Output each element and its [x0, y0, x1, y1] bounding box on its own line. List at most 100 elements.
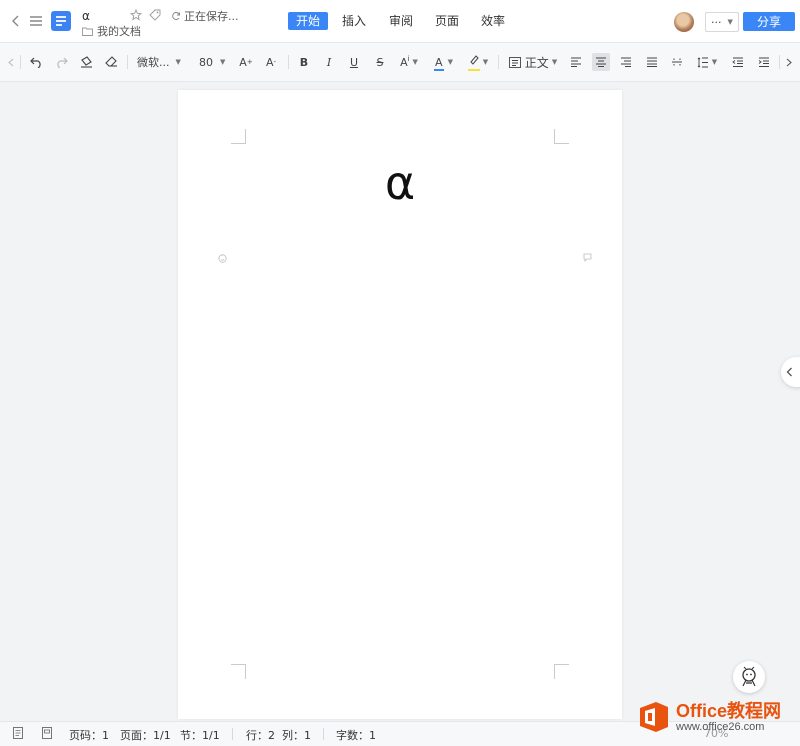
document-logo-icon	[51, 11, 71, 31]
back-icon[interactable]	[8, 12, 24, 30]
italic-button[interactable]: I	[321, 53, 337, 71]
margin-corner-bottom-right	[554, 664, 569, 679]
page-view-icon[interactable]	[42, 727, 52, 742]
format-painter-icon[interactable]	[77, 53, 95, 71]
font-color-button[interactable]: A ▼	[431, 53, 457, 71]
chevron-down-icon: ▼	[175, 58, 181, 66]
menu-icon[interactable]	[27, 12, 45, 30]
tab-review[interactable]: 审阅	[381, 12, 421, 30]
paragraph-style-select[interactable]: 正文 ▼	[506, 53, 560, 71]
outline-view-icon[interactable]	[13, 727, 23, 742]
watermark: Office教程网 www.office26.com	[636, 694, 800, 740]
status-page-count: 页面：1/1	[120, 729, 171, 742]
highlight-color-button[interactable]: ▼	[465, 53, 491, 71]
folder-icon	[82, 27, 93, 36]
superscript-label: A	[400, 55, 408, 69]
align-right-icon[interactable]	[617, 53, 635, 71]
line-spacing-button[interactable]: ▼	[694, 53, 720, 71]
superscript-mark-icon: i	[407, 55, 410, 63]
font-size-value: 80	[199, 55, 213, 69]
chevron-down-icon: ▼	[711, 58, 718, 66]
document-text[interactable]: α	[178, 148, 622, 218]
watermark-url: www.office26.com	[676, 721, 765, 733]
toolbar-scroll-right-icon[interactable]	[784, 53, 794, 71]
document-title[interactable]: α	[82, 9, 90, 23]
align-left-icon[interactable]	[567, 53, 585, 71]
increase-indent-icon[interactable]	[755, 53, 773, 71]
font-name-value: 微软...	[137, 56, 170, 69]
plus-icon: +	[246, 58, 253, 66]
highlight-swatch	[467, 69, 480, 71]
formatting-toolbar: 微软... ▼ 80 ▼ A + A- B I U S Ai ▼ A ▼ ▼ 正文…	[0, 43, 800, 82]
distributed-align-icon[interactable]	[668, 53, 686, 71]
decrease-font-label: A	[265, 55, 274, 69]
chevron-down-icon: ▼	[412, 58, 418, 66]
document-body[interactable]: α	[178, 148, 622, 218]
tag-icon[interactable]	[148, 8, 162, 22]
chevron-down-icon: ▼	[551, 58, 558, 66]
status-divider	[232, 728, 233, 740]
tab-page[interactable]: 页面	[427, 12, 467, 30]
decrease-indent-icon[interactable]	[729, 53, 747, 71]
chevron-down-icon: ▼	[727, 18, 733, 26]
comment-marker-icon[interactable]	[583, 247, 592, 262]
strikethrough-button[interactable]: S	[372, 53, 388, 71]
emoji-marker-icon[interactable]	[218, 248, 227, 263]
highlighter-icon	[467, 55, 480, 71]
tab-start[interactable]: 开始	[288, 12, 329, 30]
margin-corner-top-right	[554, 129, 569, 144]
chevron-down-icon: ▼	[482, 58, 489, 66]
status-column: 列：1	[282, 729, 311, 742]
style-icon	[508, 56, 521, 68]
status-divider	[323, 728, 324, 740]
margin-corner-bottom-left	[231, 664, 246, 679]
more-button[interactable]: ··· ▼	[705, 12, 739, 32]
vertical-scrollbar[interactable]	[789, 82, 800, 719]
line-spacing-icon	[697, 56, 708, 68]
chevron-down-icon: ▼	[447, 58, 453, 66]
assistant-icon	[742, 666, 756, 687]
superscript-button[interactable]: Ai ▼	[397, 53, 421, 71]
save-status-text: 正在保存...	[184, 10, 239, 23]
increase-font-label: A	[239, 55, 247, 69]
sync-icon	[172, 11, 180, 20]
decrease-font-button[interactable]: A-	[262, 53, 280, 71]
status-page-number: 页码：1	[69, 729, 109, 742]
side-panel-toggle[interactable]	[781, 357, 800, 387]
ai-assistant-button[interactable]	[733, 661, 765, 693]
undo-icon[interactable]	[27, 53, 45, 71]
bold-button[interactable]: B	[296, 53, 312, 71]
toolbar-scroll-left-icon[interactable]	[6, 53, 16, 71]
font-color-swatch	[434, 68, 445, 71]
status-word-count[interactable]: 字数：1	[336, 727, 376, 743]
tab-efficiency[interactable]: 效率	[473, 12, 513, 30]
chevron-down-icon: ▼	[220, 58, 226, 66]
tab-insert[interactable]: 插入	[334, 12, 374, 30]
paragraph-style-value: 正文	[524, 55, 549, 70]
save-status: 正在保存...	[171, 8, 239, 24]
increase-font-button[interactable]: A +	[237, 53, 255, 71]
redo-icon[interactable]	[52, 53, 70, 71]
document-folder[interactable]: 我的文档	[82, 23, 141, 39]
user-avatar[interactable]	[674, 12, 694, 32]
document-page[interactable]: α	[178, 90, 622, 719]
folder-label: 我的文档	[97, 25, 141, 38]
minus-icon: -	[273, 58, 277, 66]
margin-corner-top-left	[231, 129, 246, 144]
font-color-label: A	[435, 55, 443, 69]
font-size-select[interactable]: 80 ▼	[199, 53, 229, 71]
underline-button[interactable]: U	[346, 53, 362, 71]
status-row: 行：2	[246, 729, 275, 742]
font-name-select[interactable]: 微软... ▼	[137, 53, 189, 71]
align-justify-icon[interactable]	[643, 53, 661, 71]
star-icon[interactable]	[129, 8, 143, 22]
more-label: ···	[711, 15, 722, 29]
share-button[interactable]: 分享	[743, 12, 795, 31]
clear-format-icon[interactable]	[102, 53, 120, 71]
watermark-brand: Office教程网	[676, 701, 782, 721]
chevron-left-icon	[786, 367, 792, 377]
top-bar: α 正在保存... 我的文档 开始 插入 审阅 页面 效率 ··· ▼ 分享	[0, 0, 800, 43]
office-logo-icon	[636, 699, 672, 735]
align-center-icon[interactable]	[592, 53, 610, 71]
status-section: 节：1/1	[180, 729, 220, 742]
